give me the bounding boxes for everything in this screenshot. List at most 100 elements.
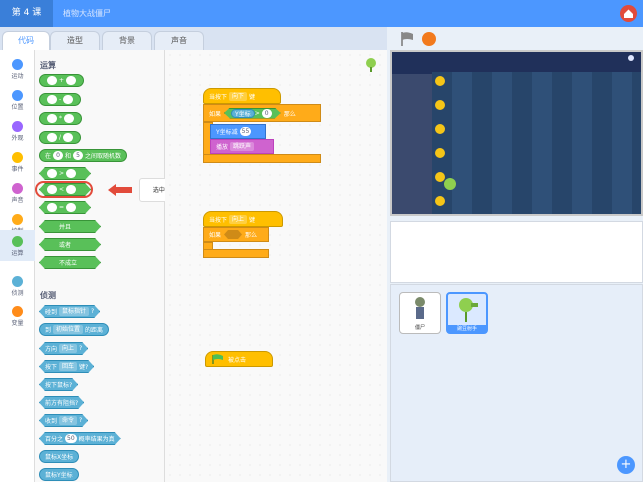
input-slot[interactable]: 55 bbox=[239, 127, 252, 136]
block-text: 百分之 bbox=[45, 436, 64, 443]
when-key-pressed-hat[interactable]: 当按下 向下键 bbox=[203, 88, 281, 104]
block-text: 的距离 bbox=[85, 327, 104, 334]
key-pressed-block[interactable]: 按下 回车 键? bbox=[39, 360, 94, 373]
random-block[interactable]: 在 0 和 5 之间取随机数 bbox=[39, 149, 128, 162]
tab-costumes[interactable]: 造型 bbox=[50, 31, 100, 50]
multiply-block[interactable]: * bbox=[39, 112, 82, 125]
home-button[interactable] bbox=[620, 5, 637, 22]
input-slot[interactable] bbox=[47, 133, 57, 142]
greater-than-block[interactable]: > bbox=[39, 167, 91, 180]
dropdown[interactable]: 回车 bbox=[59, 362, 77, 371]
input-slot[interactable] bbox=[66, 185, 76, 194]
block-text: * bbox=[59, 115, 62, 122]
block-text: - bbox=[59, 96, 62, 103]
input-slot[interactable] bbox=[47, 76, 57, 85]
add-sprite-button[interactable]: + bbox=[617, 456, 635, 474]
operators-section-title: 运算 bbox=[40, 61, 56, 70]
stop-button[interactable] bbox=[422, 32, 436, 46]
input-slot[interactable] bbox=[66, 169, 76, 178]
not-block[interactable]: 不成立 bbox=[39, 256, 101, 269]
input-slot[interactable] bbox=[47, 95, 57, 104]
category-label: 侦测 bbox=[11, 290, 24, 297]
input-slot[interactable] bbox=[66, 203, 76, 212]
sprite-thumb-peashooter[interactable]: 豌豆射手 bbox=[446, 292, 488, 334]
input-slot[interactable]: 0 bbox=[53, 151, 64, 160]
or-block[interactable]: 或者 bbox=[39, 238, 101, 251]
input-slot[interactable]: 5 bbox=[73, 151, 84, 160]
dropdown[interactable]: 鼠标指针 bbox=[59, 307, 89, 316]
dropdown[interactable]: 向下 bbox=[229, 91, 248, 101]
mouse-down-block[interactable]: 按下鼠标? bbox=[39, 378, 78, 391]
probability-block[interactable]: 百分之 50 概率结果为真 bbox=[39, 432, 121, 445]
block-text: 和 bbox=[65, 153, 72, 160]
input-slot[interactable] bbox=[47, 114, 57, 123]
receive-block[interactable]: 收到 命令? bbox=[39, 414, 88, 427]
touching-block[interactable]: 碰到 鼠标指针? bbox=[39, 305, 100, 318]
breadcrumb[interactable]: 植物大战僵尸 bbox=[63, 0, 111, 27]
less-than-block[interactable]: < bbox=[39, 183, 91, 196]
sprite-thumb-zombie[interactable]: 僵尸 bbox=[399, 292, 441, 334]
when-key-pressed-hat[interactable]: 当按下 向上键 bbox=[203, 211, 283, 227]
sprite-name: 僵尸 bbox=[414, 325, 425, 331]
input-slot[interactable]: 50 bbox=[65, 434, 77, 443]
when-flag-clicked-hat[interactable]: 被点击 bbox=[205, 351, 273, 367]
if-block[interactable]: 如果 Y坐标 >0 那么 bbox=[203, 104, 321, 122]
change-y-block[interactable]: Y坐标减 55 bbox=[210, 124, 266, 139]
dropdown[interactable]: 命令 bbox=[59, 416, 77, 425]
category-sound[interactable]: 声音 bbox=[0, 177, 35, 208]
category-dot-icon bbox=[12, 214, 23, 225]
category-dot-icon bbox=[12, 152, 23, 163]
input-slot[interactable] bbox=[47, 185, 57, 194]
tab-code[interactable]: 代码 bbox=[2, 31, 50, 51]
input-slot[interactable] bbox=[47, 203, 57, 212]
dropdown[interactable]: 跳跃声 bbox=[230, 142, 255, 151]
distance-block[interactable]: 到初始位置 的距离 bbox=[39, 323, 110, 336]
equals-block[interactable]: = bbox=[39, 201, 91, 214]
dropdown[interactable]: 向上 bbox=[59, 344, 77, 353]
block-text: + bbox=[59, 77, 65, 84]
play-sound-block[interactable]: 播放 跳跃声 bbox=[210, 139, 274, 154]
and-block[interactable]: 并且 bbox=[39, 220, 101, 233]
input-slot[interactable] bbox=[63, 133, 74, 142]
stage-canvas[interactable] bbox=[390, 50, 643, 216]
if-block-footer bbox=[203, 249, 269, 258]
block-text: = bbox=[59, 204, 65, 211]
top-bar: 第 4 课 植物大战僵尸 bbox=[0, 0, 643, 27]
direction-key-block[interactable]: 方向 向上? bbox=[39, 342, 88, 355]
mouse-y-block[interactable]: 鼠标Y坐标 bbox=[39, 468, 79, 481]
dropdown[interactable]: 向上 bbox=[229, 214, 248, 224]
dropdown[interactable]: 初始位置 bbox=[53, 325, 84, 334]
input-slot[interactable]: 0 bbox=[262, 109, 272, 118]
category-position[interactable]: 位置 bbox=[0, 84, 35, 115]
category-events[interactable]: 事件 bbox=[0, 146, 35, 177]
block-text: 键 bbox=[249, 93, 256, 101]
mouse-x-block[interactable]: 鼠标X坐标 bbox=[39, 450, 80, 463]
add-block[interactable]: + bbox=[39, 74, 85, 87]
peashooter-sprite[interactable] bbox=[444, 178, 456, 190]
block-text: 并且 bbox=[59, 224, 72, 231]
if-block[interactable]: 如果 那么 bbox=[203, 227, 269, 242]
block-text: 被点击 bbox=[228, 356, 247, 364]
tab-sounds[interactable]: 声音 bbox=[154, 31, 204, 50]
green-flag-icon[interactable] bbox=[399, 31, 415, 47]
divide-block[interactable]: / bbox=[39, 131, 82, 144]
tab-backdrops[interactable]: 背景 bbox=[102, 31, 152, 50]
obstacle-block[interactable]: 前方有阻挡? bbox=[39, 396, 84, 409]
category-motion[interactable]: 运动 bbox=[0, 53, 35, 84]
empty-condition-slot[interactable] bbox=[224, 230, 242, 239]
input-slot[interactable] bbox=[64, 114, 74, 123]
category-variables[interactable]: 变量 bbox=[0, 300, 35, 331]
editor-tabs: 代码 造型 背景 声音 bbox=[0, 27, 390, 51]
input-slot[interactable] bbox=[63, 95, 74, 104]
category-looks[interactable]: 外观 bbox=[0, 115, 35, 146]
script-workspace[interactable]: 当按下 向下键 如果 Y坐标 >0 那么 Y坐标减 55 播放 跳跃声 当按下 向上键 如果那… bbox=[165, 50, 387, 482]
subtract-block[interactable]: - bbox=[39, 93, 82, 106]
input-slot[interactable] bbox=[47, 169, 57, 178]
category-sensing[interactable]: 侦测 bbox=[0, 270, 35, 301]
y-position-reporter[interactable]: Y坐标 bbox=[231, 109, 255, 118]
stage-house bbox=[392, 74, 432, 214]
condition-gt-block[interactable]: Y坐标 >0 bbox=[224, 108, 281, 119]
block-text: 当按下 bbox=[209, 93, 228, 101]
input-slot[interactable] bbox=[66, 76, 77, 85]
category-operators[interactable]: 运算 bbox=[0, 230, 35, 261]
